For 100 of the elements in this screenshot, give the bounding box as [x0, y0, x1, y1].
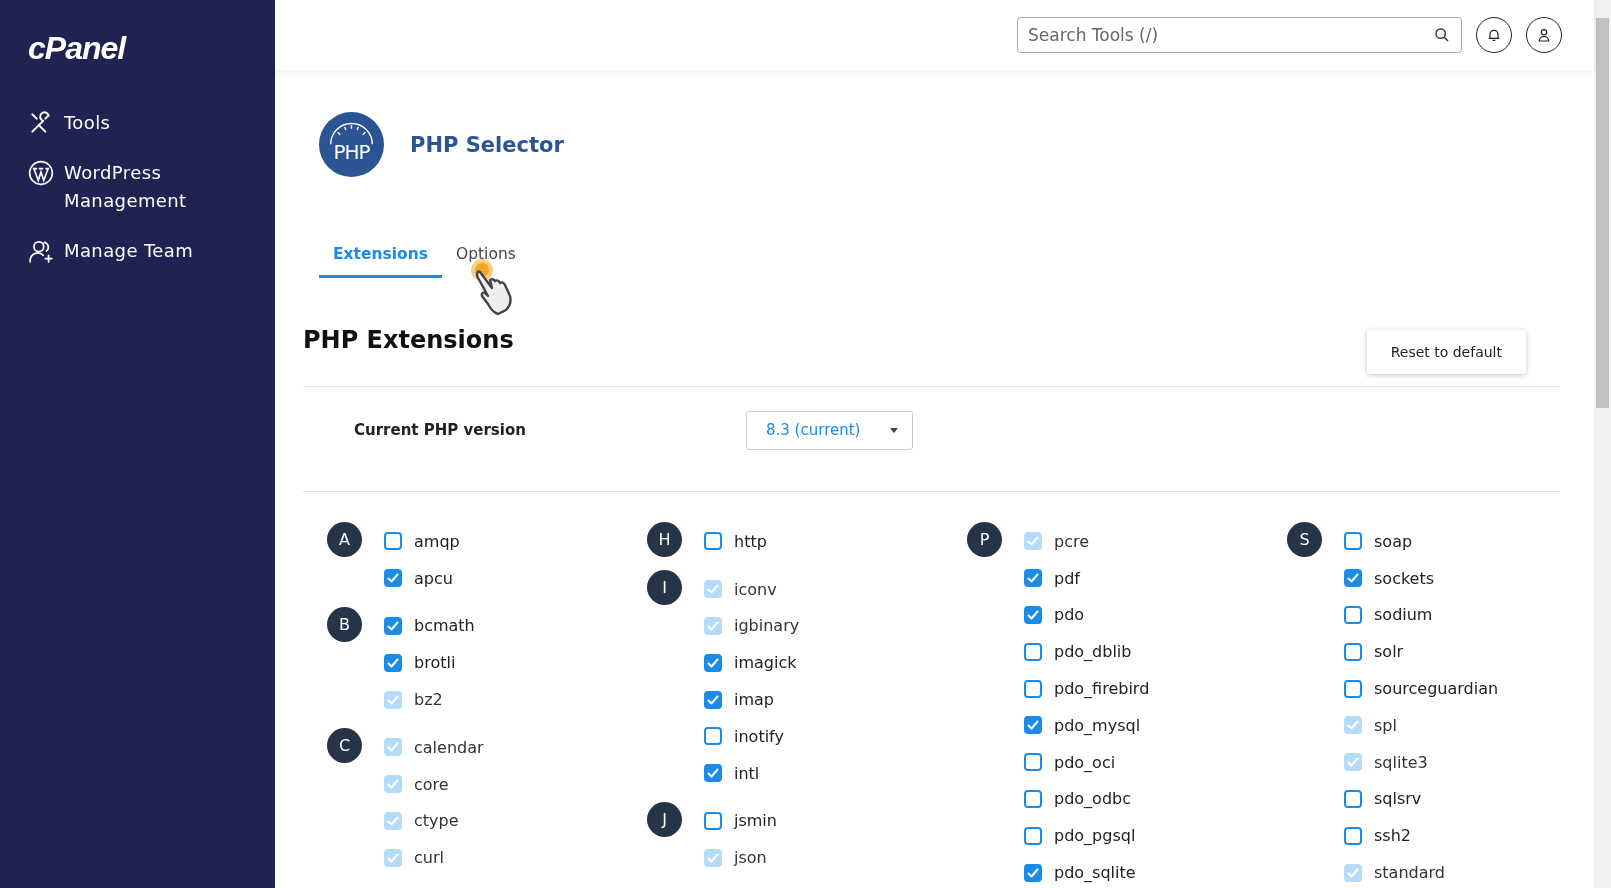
checkbox[interactable] [1024, 679, 1042, 698]
version-dropdown[interactable]: 8.3 (current) [746, 410, 914, 450]
reset-button[interactable]: Reset to default [1366, 330, 1526, 374]
checkbox[interactable] [1344, 606, 1362, 624]
extension-label: jsmin [734, 811, 777, 831]
checkmark-icon [706, 655, 720, 670]
extension-label: imap [734, 690, 774, 710]
checkmark-icon [386, 655, 400, 670]
extension-label: pdo [1054, 605, 1085, 625]
extension-label: pcre [1054, 531, 1090, 551]
checkmark-icon [706, 766, 720, 781]
extension-label: pdo_sqlite [1054, 863, 1136, 883]
tab[interactable]: Options [442, 237, 530, 278]
letter-badge: A [327, 522, 362, 557]
checkbox[interactable] [704, 653, 722, 672]
checkmark-icon [1026, 534, 1040, 549]
checkbox[interactable] [1024, 789, 1042, 808]
letter-badge: S [1287, 522, 1322, 557]
checkbox[interactable] [704, 690, 722, 709]
extension-label: json [734, 848, 767, 868]
checkbox[interactable] [704, 532, 722, 551]
extension-label: pdf [1054, 568, 1080, 588]
extension-label: sqlite3 [1374, 752, 1428, 772]
extension-label: ctype [414, 811, 459, 831]
extension-label: core [414, 774, 449, 794]
checkbox[interactable] [1024, 753, 1042, 772]
extension-label: iconv [734, 579, 777, 599]
extension-label: pdo_pgsql [1054, 826, 1136, 846]
checkbox[interactable] [384, 532, 402, 551]
extension-label: inotify [734, 726, 784, 746]
checkmark-icon [706, 692, 720, 707]
team-icon [28, 238, 54, 264]
extension-label: calendar [414, 737, 484, 757]
checkmark-icon [1026, 718, 1040, 733]
checkbox[interactable] [704, 727, 722, 746]
checkmark-icon [1026, 571, 1040, 586]
letter-badge: B [327, 606, 362, 642]
extension-label: pdo_dblib [1054, 642, 1132, 662]
extension-label: soap [1374, 531, 1413, 551]
extension-label: http [734, 531, 767, 551]
extension-label: sodium [1374, 605, 1433, 625]
checkbox[interactable] [1344, 642, 1362, 661]
sidebar-item[interactable]: Tools [28, 109, 218, 137]
checkbox[interactable] [1024, 863, 1042, 882]
extension-label: ssh2 [1374, 826, 1411, 846]
checkmark-icon [1346, 865, 1360, 880]
extension-label: bcmath [414, 616, 475, 636]
extension-label: imagick [734, 653, 797, 673]
extension-label: apcu [414, 568, 453, 588]
search-field[interactable]: Search Tools (/) [1017, 17, 1462, 53]
checkbox[interactable] [1024, 826, 1042, 845]
checkmark-icon [1346, 718, 1360, 733]
user-button[interactable] [1526, 17, 1562, 53]
extension-label: sourceguardian [1374, 679, 1499, 699]
search-icon [1434, 27, 1450, 43]
cpanel-logo[interactable]: cPanel [28, 30, 126, 67]
checkbox[interactable] [1344, 532, 1362, 551]
extension-label: sockets [1374, 568, 1435, 588]
extension-label: intl [734, 763, 760, 783]
user-icon [1536, 27, 1552, 43]
extension-label: brotli [414, 653, 456, 673]
checkbox[interactable] [1344, 679, 1362, 698]
version-label: Current PHP version [354, 421, 527, 439]
php-gauge-icon: PHP [319, 112, 384, 177]
checkbox[interactable] [384, 569, 402, 588]
caret-icon [890, 427, 899, 433]
letter-badge: H [647, 522, 682, 557]
extension-label: pdo_odbc [1054, 789, 1131, 809]
extension-label: amqp [414, 531, 460, 551]
checkbox[interactable] [704, 811, 722, 830]
checkbox[interactable] [1344, 826, 1362, 845]
checkbox[interactable] [1024, 716, 1042, 735]
scrollbar[interactable] [1594, 0, 1611, 888]
checkmark-icon [706, 619, 720, 633]
checkmark-icon [1346, 571, 1360, 586]
checkmark-icon [386, 619, 400, 633]
checkbox[interactable] [384, 617, 402, 635]
checkmark-icon [386, 813, 400, 828]
sidebar-item[interactable]: WordPress Management [28, 159, 218, 215]
letter-badge: C [327, 728, 362, 763]
sidebar-item[interactable]: Manage Team [28, 237, 218, 265]
checkbox[interactable] [704, 764, 722, 783]
extension-label: pdo_oci [1054, 752, 1116, 772]
checkbox[interactable] [1344, 569, 1362, 588]
checkbox[interactable] [1024, 606, 1042, 624]
extension-label: pdo_mysql [1054, 715, 1141, 735]
bell-icon [1486, 27, 1502, 43]
checkmark-icon [1026, 865, 1040, 880]
extension-label: bz2 [414, 690, 443, 710]
checkbox[interactable] [384, 653, 402, 672]
tab[interactable]: Extensions [319, 237, 442, 278]
checkbox[interactable] [1344, 789, 1362, 808]
checkbox[interactable] [1024, 569, 1042, 588]
wordpress-icon [28, 160, 54, 186]
checkbox[interactable] [1024, 642, 1042, 661]
extension-label: igbinary [734, 616, 800, 636]
section-title: PHP Extensions [303, 326, 514, 354]
notifications-button[interactable] [1476, 17, 1512, 53]
extension-label: pdo_firebird [1054, 679, 1150, 699]
extension-label: spl [1374, 715, 1397, 735]
